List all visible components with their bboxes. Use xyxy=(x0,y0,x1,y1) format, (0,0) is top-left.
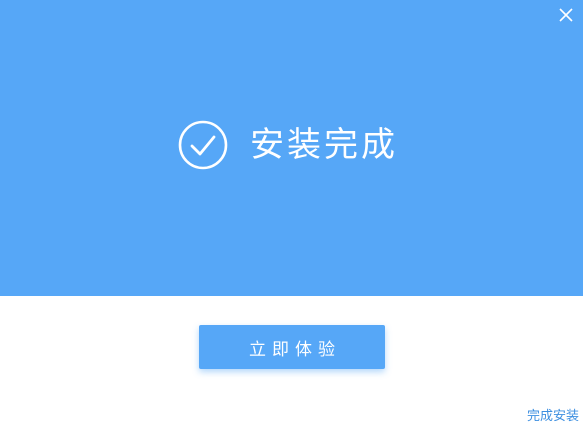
try-now-button[interactable]: 立即体验 xyxy=(199,325,385,369)
check-circle-icon xyxy=(178,120,228,170)
status-title: 安装完成 xyxy=(250,125,398,165)
install-status: 安装完成 xyxy=(178,120,398,170)
close-button[interactable] xyxy=(555,4,577,26)
installer-window: 安装完成 立即体验 完成安装 xyxy=(0,0,583,430)
finish-install-link[interactable]: 完成安装 xyxy=(527,405,579,424)
header-banner: 安装完成 xyxy=(0,0,583,296)
close-icon xyxy=(559,8,573,22)
